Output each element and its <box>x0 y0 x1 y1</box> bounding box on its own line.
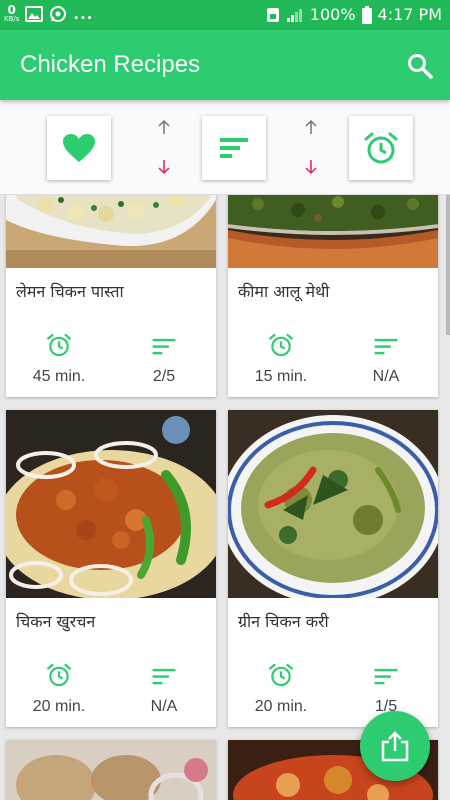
recipe-time: 20 min. <box>254 698 308 715</box>
recipe-difficulty: 2/5 <box>152 368 176 385</box>
recipe-time: 20 min. <box>32 698 86 715</box>
sort-lines-icon <box>220 138 248 158</box>
clock-time: 4:17 PM <box>377 5 442 24</box>
sort-lines-icon <box>374 338 398 355</box>
sort-favorites-button[interactable] <box>47 116 111 180</box>
recipe-name: ग्रीन चिकन करी <box>238 612 329 631</box>
recipe-feed[interactable]: लेमन चिकन पास्ता 45 min. 2/5 कीमा आलू मे… <box>0 195 450 800</box>
arrow-up-icon <box>305 119 317 134</box>
recipe-card[interactable]: लेमन चिकन पास्ता 45 min. 2/5 <box>6 195 216 397</box>
alarm-clock-icon <box>269 333 293 357</box>
arrow-down-icon <box>305 160 317 175</box>
recipe-photo <box>228 410 438 598</box>
share-fab[interactable] <box>360 711 430 781</box>
signal-icon <box>286 8 302 22</box>
recipe-card[interactable]: चिकन खुरचन 20 min. N/A <box>6 410 216 727</box>
sort-lines-icon <box>374 668 398 685</box>
sort-order-toggle-2[interactable] <box>302 118 322 178</box>
alarm-clock-icon <box>364 132 398 164</box>
search-button[interactable] <box>406 52 434 80</box>
battery-percent: 100% <box>309 5 356 24</box>
network-speed-unit: KB/s <box>4 15 20 23</box>
recipe-card[interactable]: ग्रीन चिकन करी 20 min. 1/5 <box>228 410 438 727</box>
recipe-time: 15 min. <box>254 368 308 385</box>
image-icon <box>25 5 44 22</box>
alarm-clock-icon <box>47 663 71 687</box>
app-bar: Chicken Recipes <box>0 30 450 100</box>
battery-icon <box>361 5 372 24</box>
recipe-photo <box>6 195 216 268</box>
recipe-card[interactable] <box>6 740 216 800</box>
alarm-clock-icon <box>269 663 293 687</box>
heart-icon <box>63 134 95 162</box>
sort-time-button[interactable] <box>349 116 413 180</box>
more-notifications: ... <box>73 4 94 23</box>
recipe-photo <box>6 740 216 800</box>
sort-lines-icon <box>152 668 176 685</box>
recipe-photo <box>228 195 438 268</box>
sort-lines-icon <box>152 338 176 355</box>
app-title: Chicken Recipes <box>20 51 201 78</box>
search-icon <box>408 54 433 79</box>
alarm-clock-icon <box>47 333 71 357</box>
recipe-difficulty: N/A <box>372 368 400 385</box>
status-bar: 0 KB/s ... 100% 4:17 PM <box>0 0 450 30</box>
recipe-photo <box>6 410 216 598</box>
sort-difficulty-button[interactable] <box>202 116 266 180</box>
recipe-name: लेमन चिकन पास्ता <box>16 282 124 301</box>
scrollbar[interactable] <box>446 195 450 335</box>
whatsapp-icon <box>50 5 67 22</box>
recipe-card[interactable]: कीमा आलू मेथी 15 min. N/A <box>228 195 438 397</box>
arrow-down-icon <box>158 160 170 175</box>
recipe-name: चिकन खुरचन <box>16 612 96 631</box>
recipe-name: कीमा आलू मेथी <box>238 282 330 301</box>
sort-bar <box>0 100 450 195</box>
network-speed: 0 KB/s <box>4 4 19 23</box>
share-icon <box>381 731 409 762</box>
vpn-lock-icon <box>266 7 279 22</box>
recipe-difficulty: N/A <box>150 698 178 715</box>
arrow-up-icon <box>158 119 170 134</box>
recipe-time: 45 min. <box>32 368 86 385</box>
sort-order-toggle-1[interactable] <box>155 118 175 178</box>
